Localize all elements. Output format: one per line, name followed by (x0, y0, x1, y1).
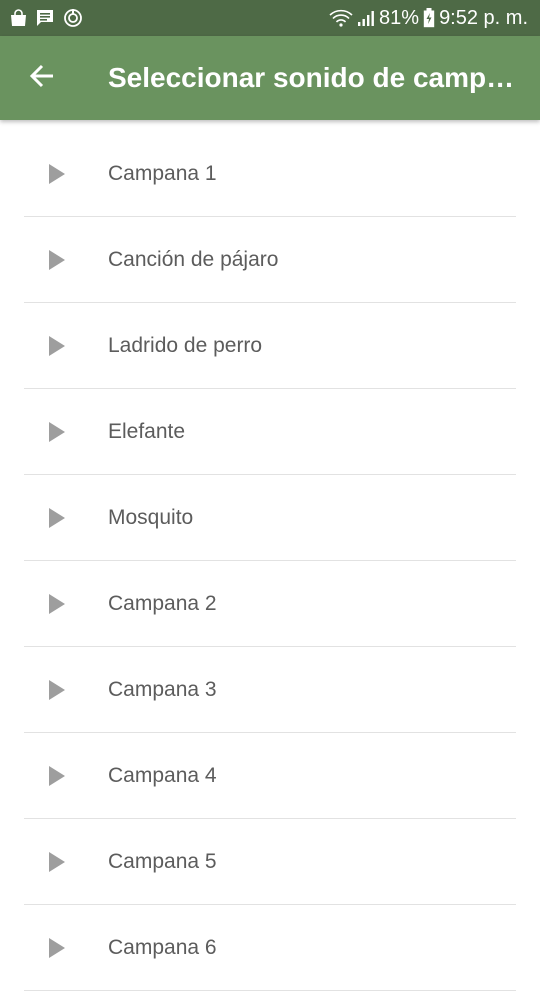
sound-label: Campana 1 (108, 161, 217, 185)
clock: 9:52 p. m. (439, 6, 528, 29)
sound-item-ladrido-de-perro[interactable]: Ladrido de perro (24, 303, 516, 389)
sound-item-campana-5[interactable]: Campana 5 (24, 819, 516, 905)
sound-item-campana-1[interactable]: Campana 1 (24, 131, 516, 217)
battery-charging-icon (423, 8, 435, 28)
sound-label: Campana 4 (108, 763, 217, 787)
play-icon[interactable] (46, 765, 68, 787)
message-icon (36, 9, 54, 27)
play-icon[interactable] (46, 163, 68, 185)
play-icon[interactable] (46, 249, 68, 271)
app-bar: Seleccionar sonido de campana (0, 36, 540, 120)
play-icon[interactable] (46, 335, 68, 357)
sound-item-campana-3[interactable]: Campana 3 (24, 647, 516, 733)
sound-label: Mosquito (108, 505, 194, 529)
sound-item-cancion-de-pajaro[interactable]: Canción de pájaro (24, 217, 516, 303)
play-icon[interactable] (46, 593, 68, 615)
shopping-bag-icon (10, 9, 27, 27)
wifi-icon (329, 9, 353, 27)
sound-item-campana-6[interactable]: Campana 6 (24, 905, 516, 991)
sound-label: Canción de pájaro (108, 247, 279, 271)
sound-label: Campana 5 (108, 849, 217, 873)
status-notifications (10, 8, 83, 28)
play-icon[interactable] (46, 507, 68, 529)
status-bar: 81% 9:52 p. m. (0, 0, 540, 36)
battery-percent: 81% (379, 6, 420, 29)
sound-item-campana-4[interactable]: Campana 4 (24, 733, 516, 819)
back-button[interactable] (0, 36, 84, 120)
sync-icon (63, 8, 83, 28)
sound-item-mosquito[interactable]: Mosquito (24, 475, 516, 561)
status-system: 81% 9:52 p. m. (329, 7, 528, 30)
play-icon[interactable] (46, 937, 68, 959)
sound-label: Campana 3 (108, 677, 217, 701)
page-title: Seleccionar sonido de campana (108, 62, 528, 93)
play-icon[interactable] (46, 851, 68, 873)
sound-label: Elefante (108, 419, 186, 443)
play-icon[interactable] (46, 421, 68, 443)
sound-label: Campana 6 (108, 935, 217, 959)
sound-list: Campana 1 Canción de pájaro Ladrido de p… (24, 131, 516, 991)
sound-item-elefante[interactable]: Elefante (24, 389, 516, 475)
play-icon[interactable] (46, 679, 68, 701)
sound-item-campana-2[interactable]: Campana 2 (24, 561, 516, 647)
signal-icon (357, 9, 375, 27)
sound-label: Ladrido de perro (108, 333, 263, 357)
arrow-back-icon (29, 63, 55, 94)
sound-label: Campana 2 (108, 591, 217, 615)
